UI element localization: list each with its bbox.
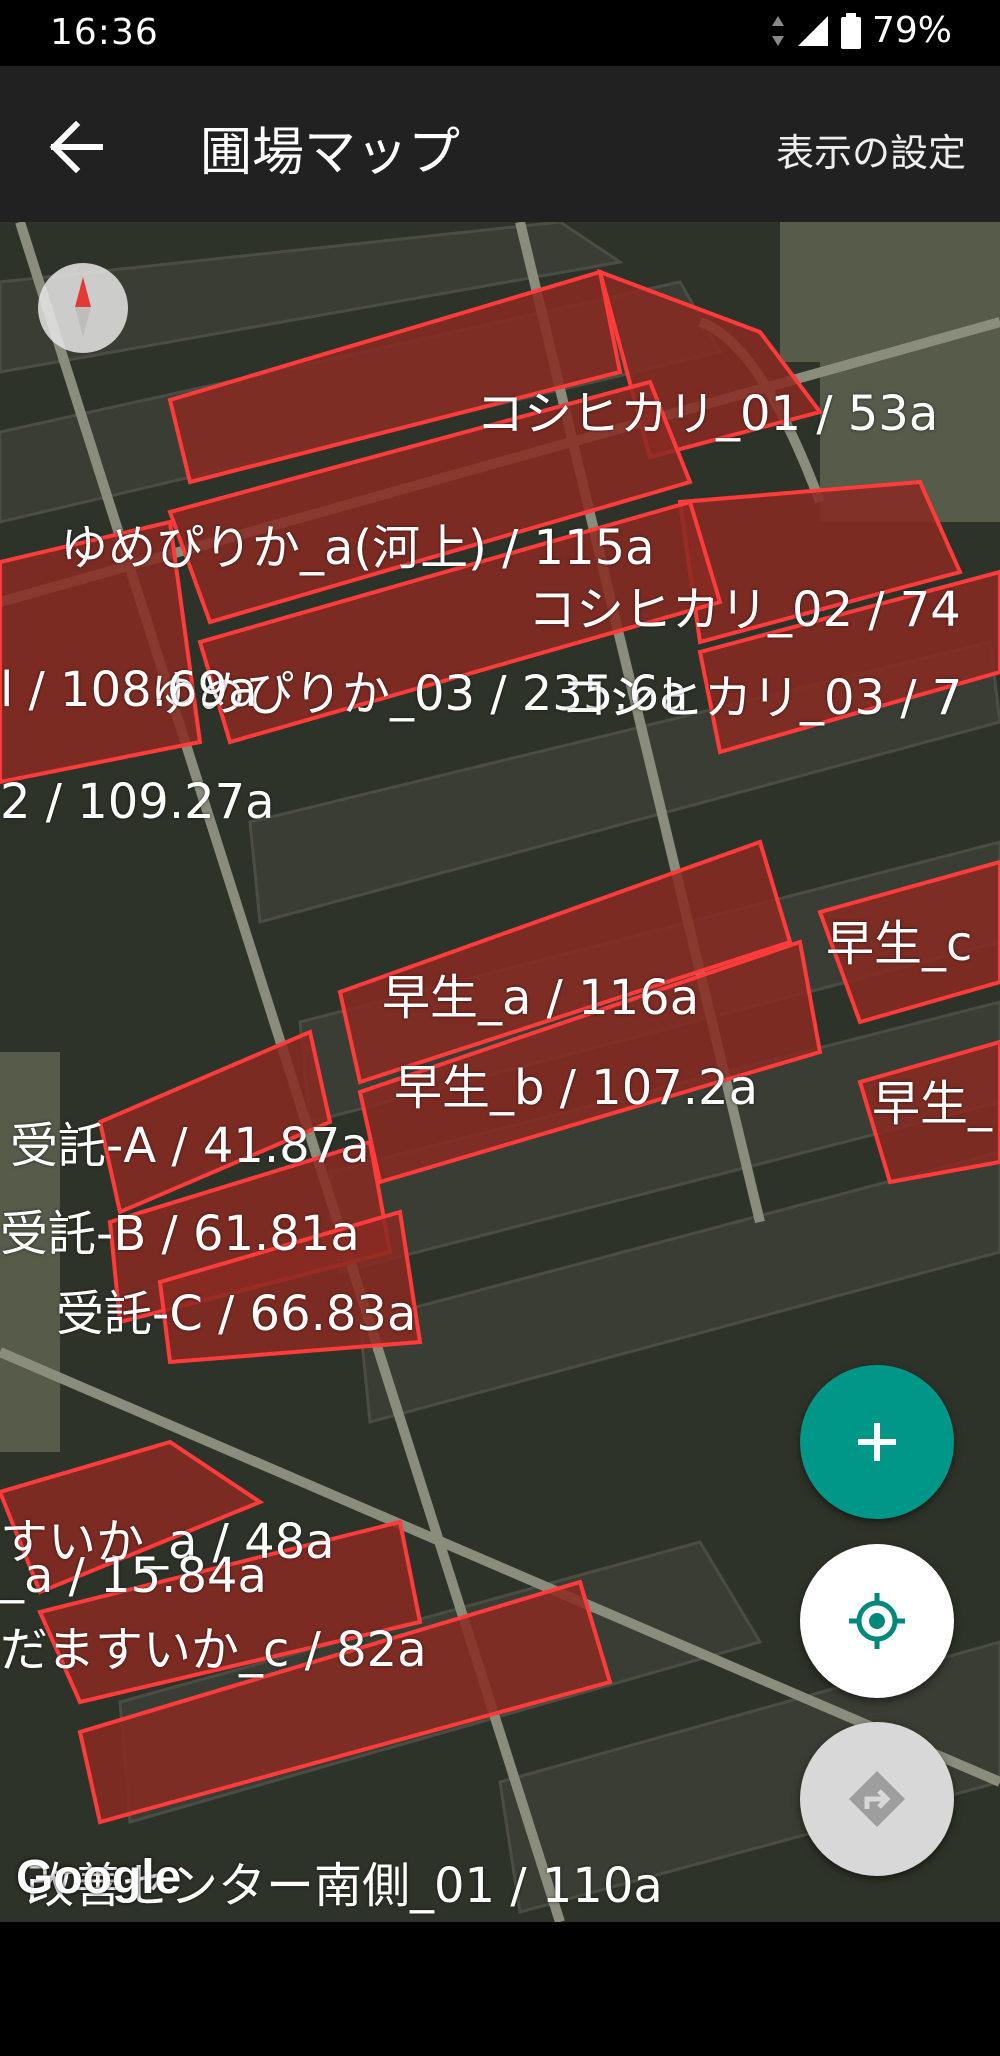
field-label[interactable]: 受託-A / 41.87a bbox=[10, 1106, 370, 1176]
my-location-icon bbox=[849, 1593, 905, 1649]
battery-percent: 79% bbox=[871, 10, 952, 51]
status-icons: 79% bbox=[770, 10, 952, 51]
field-label[interactable]: 早生_b / 107.2a bbox=[394, 1048, 758, 1118]
field-label[interactable]: 受託-B / 61.81a bbox=[0, 1194, 360, 1264]
status-time: 16:36 bbox=[50, 12, 159, 53]
field-label[interactable]: _a / 15.84a bbox=[0, 1548, 267, 1604]
data-arrows-icon bbox=[771, 15, 784, 46]
my-location-button[interactable] bbox=[800, 1544, 954, 1698]
add-field-button[interactable] bbox=[800, 1365, 954, 1519]
field-label[interactable]: 早生_a / 116a bbox=[382, 958, 699, 1028]
signal-icon bbox=[797, 15, 828, 46]
display-settings-button[interactable]: 表示の設定 bbox=[776, 122, 966, 177]
compass-button[interactable] bbox=[38, 263, 128, 353]
field-label[interactable]: 受託-C / 66.83a bbox=[56, 1274, 416, 1344]
field-label[interactable]: コシヒカリ_03 / 7 bbox=[560, 658, 962, 728]
field-label[interactable]: コシヒカリ_01 / 53a bbox=[476, 374, 938, 444]
compass-icon bbox=[75, 277, 91, 337]
directions-button[interactable] bbox=[800, 1722, 954, 1876]
field-label[interactable]: 早生_ bbox=[872, 1064, 992, 1134]
app-bar: 圃場マップ 表示の設定 bbox=[0, 66, 1000, 222]
field-label[interactable]: ゆめぴりか_a(河上) / 115a bbox=[60, 508, 655, 578]
google-attribution: Google bbox=[16, 1851, 182, 1904]
directions-icon bbox=[849, 1771, 905, 1827]
field-label[interactable]: コシヒカリ_02 / 74 bbox=[528, 570, 961, 640]
field-label[interactable]: l / 108.69a bbox=[0, 662, 257, 718]
field-label[interactable]: 早生_c bbox=[826, 904, 972, 974]
nav-home-pill[interactable] bbox=[0, 1922, 1000, 2056]
battery-icon bbox=[840, 12, 861, 49]
back-arrow-icon[interactable] bbox=[42, 112, 112, 182]
field-label[interactable]: だますいか_c / 82a bbox=[0, 1610, 427, 1680]
add-icon bbox=[858, 1423, 896, 1461]
status-bar: 16:36 79% bbox=[0, 0, 1000, 66]
field-label[interactable]: 2 / 109.27a bbox=[0, 774, 275, 830]
page-title: 圃場マップ bbox=[200, 123, 461, 183]
